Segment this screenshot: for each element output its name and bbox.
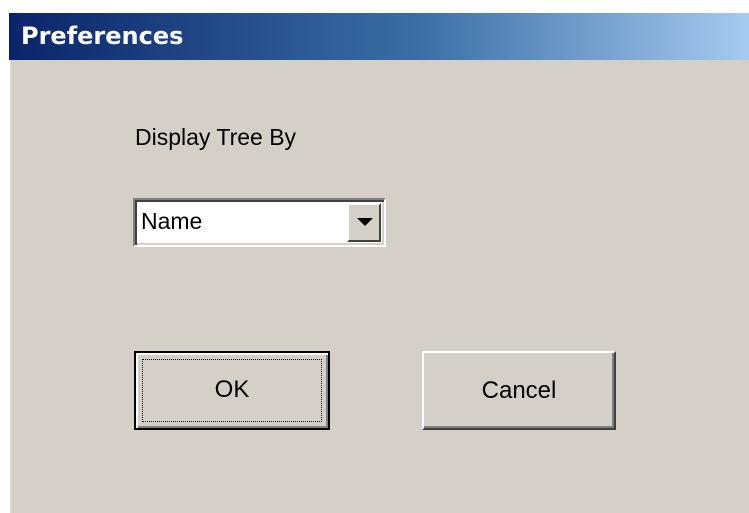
display-tree-by-label: Display Tree By: [135, 124, 297, 150]
display-tree-by-select[interactable]: Name: [133, 198, 386, 247]
ok-button[interactable]: OK: [134, 351, 330, 430]
cancel-button[interactable]: Cancel: [422, 351, 616, 430]
ok-button-label: OK: [214, 376, 250, 403]
preferences-dialog: [9, 13, 749, 513]
window-title: Preferences: [21, 22, 184, 50]
chevron-down-icon[interactable]: [347, 203, 381, 242]
select-value: Name: [141, 208, 203, 234]
cancel-button-label: Cancel: [481, 377, 557, 404]
title-bar[interactable]: Preferences: [9, 13, 749, 60]
